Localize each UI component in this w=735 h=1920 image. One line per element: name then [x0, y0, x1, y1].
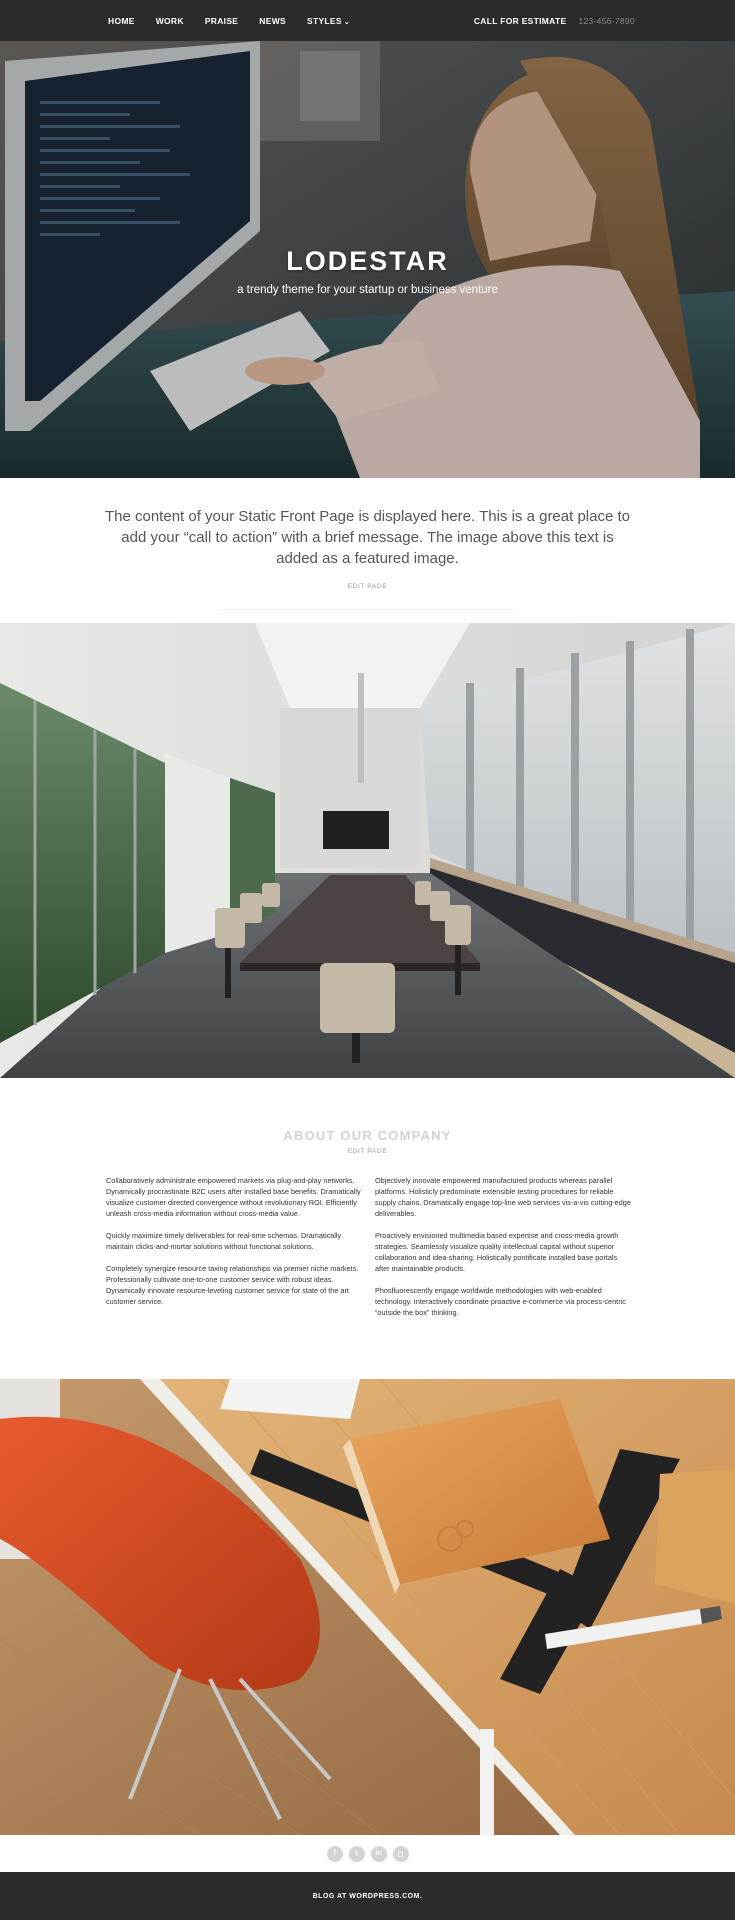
linkedin-icon[interactable]: in: [370, 1845, 387, 1862]
top-navigation: HOME WORK PRAISE NEWS STYLES ⌄ CALL FOR E…: [0, 0, 735, 41]
intro-message: The content of your Static Front Page is…: [104, 508, 630, 567]
call-for-estimate-link[interactable]: CALL FOR ESTIMATE: [474, 16, 567, 26]
nav-item-styles[interactable]: STYLES ⌄: [307, 16, 350, 26]
divider: [217, 609, 517, 610]
twitter-icon[interactable]: t: [348, 1845, 365, 1862]
about-paragraph: Phosfluorescently engage worldwide metho…: [375, 1286, 626, 1317]
about-paragraph: Collaboratively administrate empowered m…: [106, 1176, 361, 1218]
wordpress-credit-link[interactable]: BLOG AT WORDPRESS.COM.: [313, 1893, 423, 1900]
conference-room-image: [0, 623, 735, 1078]
nav-item-praise[interactable]: PRAISE: [205, 16, 238, 26]
about-paragraph: Quickly maximize timely deliverables for…: [106, 1231, 342, 1251]
chevron-down-icon: ⌄: [343, 18, 351, 26]
about-edit-page-link[interactable]: EDIT PAGE: [0, 1148, 735, 1155]
instagram-icon[interactable]: ◻: [392, 1845, 409, 1862]
intro-section: The content of your Static Front Page is…: [0, 478, 735, 623]
phone-number[interactable]: 123-456-7890: [578, 16, 635, 26]
about-paragraph: Objectively innovate empowered manufactu…: [375, 1176, 631, 1218]
main-menu: HOME WORK PRAISE NEWS STYLES ⌄: [108, 0, 371, 41]
hero-banner: LODESTAR a trendy theme for your startup…: [0, 41, 735, 478]
nav-item-styles-label: STYLES: [306, 15, 342, 26]
nav-contact: CALL FOR ESTIMATE 123-456-7890: [474, 0, 635, 41]
conference-room-illustration: [0, 623, 735, 1078]
nav-item-news[interactable]: NEWS: [259, 16, 286, 26]
nav-item-home[interactable]: HOME: [108, 16, 135, 26]
about-column-left: Collaboratively administrate empowered m…: [106, 1175, 364, 1318]
site-title[interactable]: LODESTAR: [0, 246, 735, 277]
site-tagline: a trendy theme for your startup or busin…: [237, 284, 498, 296]
social-links: f t in ◻: [0, 1835, 735, 1872]
about-title: ABOUT OUR COMPANY: [283, 1128, 452, 1143]
about-column-right: Objectively innovate empowered manufactu…: [375, 1175, 633, 1329]
desk-image: [0, 1379, 735, 1835]
about-section: ABOUT OUR COMPANY EDIT PAGE Collaborativ…: [0, 1078, 735, 1379]
site-footer: BLOG AT WORDPRESS.COM.: [0, 1872, 735, 1920]
about-paragraph: Proactively envisioned multimedia based …: [375, 1231, 619, 1273]
about-paragraph: Completely synergize resource taxing rel…: [106, 1264, 359, 1306]
facebook-icon[interactable]: f: [326, 1845, 343, 1862]
edit-page-link[interactable]: EDIT PAGE: [0, 583, 735, 590]
nav-item-work[interactable]: WORK: [156, 16, 184, 26]
desk-illustration: [0, 1379, 735, 1835]
